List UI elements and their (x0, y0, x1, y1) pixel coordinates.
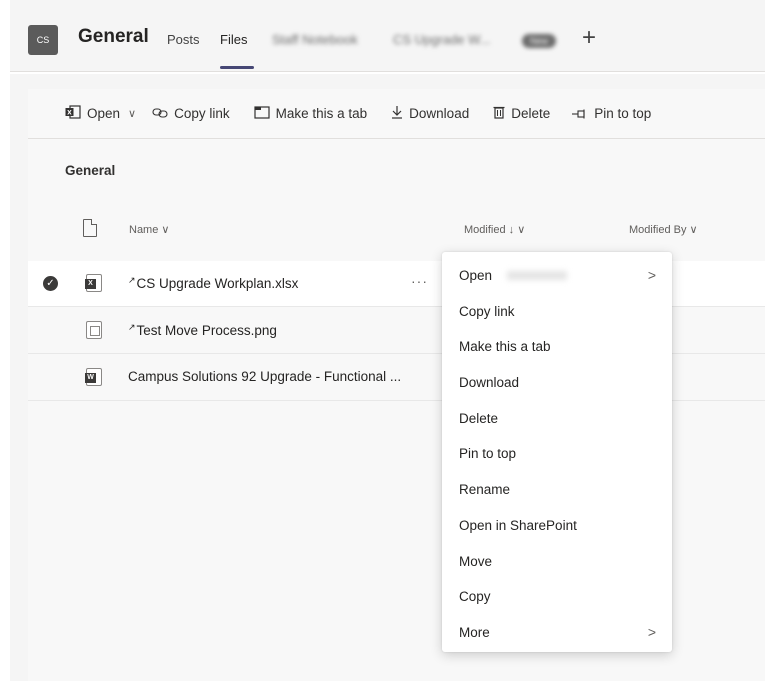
active-tab-indicator (220, 66, 254, 69)
file-type-icon (83, 219, 97, 237)
menu-item-rename[interactable]: Rename (442, 472, 672, 508)
shared-arrow-icon: ↗ (128, 275, 136, 285)
file-context-menu: Open > Copy link Make this a tab Download… (442, 252, 672, 652)
excel-icon: X (65, 105, 81, 122)
menu-item-copy-link[interactable]: Copy link (442, 294, 672, 330)
chevron-right-icon: > (647, 623, 656, 640)
delete-label: Delete (511, 106, 551, 121)
tab-icon (254, 105, 270, 122)
pin-to-top-button[interactable]: Pin to top (572, 106, 651, 122)
add-tab-button[interactable]: + (582, 24, 596, 52)
make-tab-button[interactable]: Make this a tab (254, 105, 368, 122)
copy-link-label: Copy link (174, 106, 230, 121)
chevron-right-icon: > (647, 267, 656, 283)
channel-header: CS General Posts Files Staff Notebook CS… (10, 0, 765, 72)
menu-item-open[interactable]: Open > (442, 258, 672, 294)
checkmark-icon[interactable]: ✓ (43, 276, 58, 291)
tab-files[interactable]: Files (220, 32, 247, 47)
team-avatar[interactable]: CS (28, 25, 58, 55)
redacted-text (507, 271, 567, 280)
download-button[interactable]: Download (391, 105, 469, 122)
file-name[interactable]: ↗Test Move Process.png (128, 322, 277, 338)
svg-text:X: X (67, 110, 72, 117)
menu-item-download[interactable]: Download (442, 365, 672, 401)
tab-posts[interactable]: Posts (167, 32, 200, 47)
tab-staff-notebook[interactable]: Staff Notebook (272, 32, 358, 47)
shared-arrow-icon: ↗ (128, 322, 136, 332)
menu-item-delete[interactable]: Delete (442, 401, 672, 437)
chevron-down-icon: ∨ (128, 108, 137, 120)
channel-title: General (78, 26, 149, 47)
image-file-icon (86, 321, 102, 339)
download-label: Download (409, 106, 470, 121)
make-tab-label: Make this a tab (275, 106, 368, 121)
column-modified[interactable]: Modified ↓ ∨ (464, 223, 525, 236)
word-file-icon: W (85, 368, 102, 386)
open-label: Open (87, 106, 121, 121)
file-name[interactable]: Campus Solutions 92 Upgrade - Functional… (128, 369, 401, 384)
files-toolbar: X Open ∨ Copy link Make this a tab Downl… (28, 89, 765, 139)
menu-item-move[interactable]: Move (442, 544, 672, 580)
copy-link-button[interactable]: Copy link (152, 106, 230, 122)
menu-item-open-in-sharepoint[interactable]: Open in SharePoint (442, 508, 672, 544)
download-icon (391, 105, 403, 122)
menu-item-pin-to-top[interactable]: Pin to top (442, 436, 672, 472)
delete-button[interactable]: Delete (493, 105, 550, 122)
tab-badge: New (522, 34, 556, 48)
column-name[interactable]: Name ∨ (129, 223, 169, 236)
column-header-row: Name ∨ Modified ↓ ∨ Modified By ∨ (28, 213, 765, 249)
more-options-icon[interactable]: ··· (411, 273, 428, 289)
pin-icon (572, 106, 588, 122)
column-modified-by[interactable]: Modified By ∨ (629, 223, 698, 236)
excel-file-icon: X (85, 274, 102, 292)
menu-item-copy[interactable]: Copy (442, 579, 672, 615)
pin-label: Pin to top (594, 106, 652, 121)
breadcrumb[interactable]: General (65, 163, 115, 178)
menu-item-make-tab[interactable]: Make this a tab (442, 329, 672, 365)
trash-icon (493, 105, 505, 122)
link-icon (152, 106, 168, 122)
tab-cs-upgrade[interactable]: CS Upgrade W... (393, 32, 491, 47)
file-name[interactable]: ↗CS Upgrade Workplan.xlsx (128, 275, 298, 291)
menu-item-more[interactable]: More > (442, 615, 672, 651)
open-button[interactable]: X Open ∨ (65, 105, 136, 122)
